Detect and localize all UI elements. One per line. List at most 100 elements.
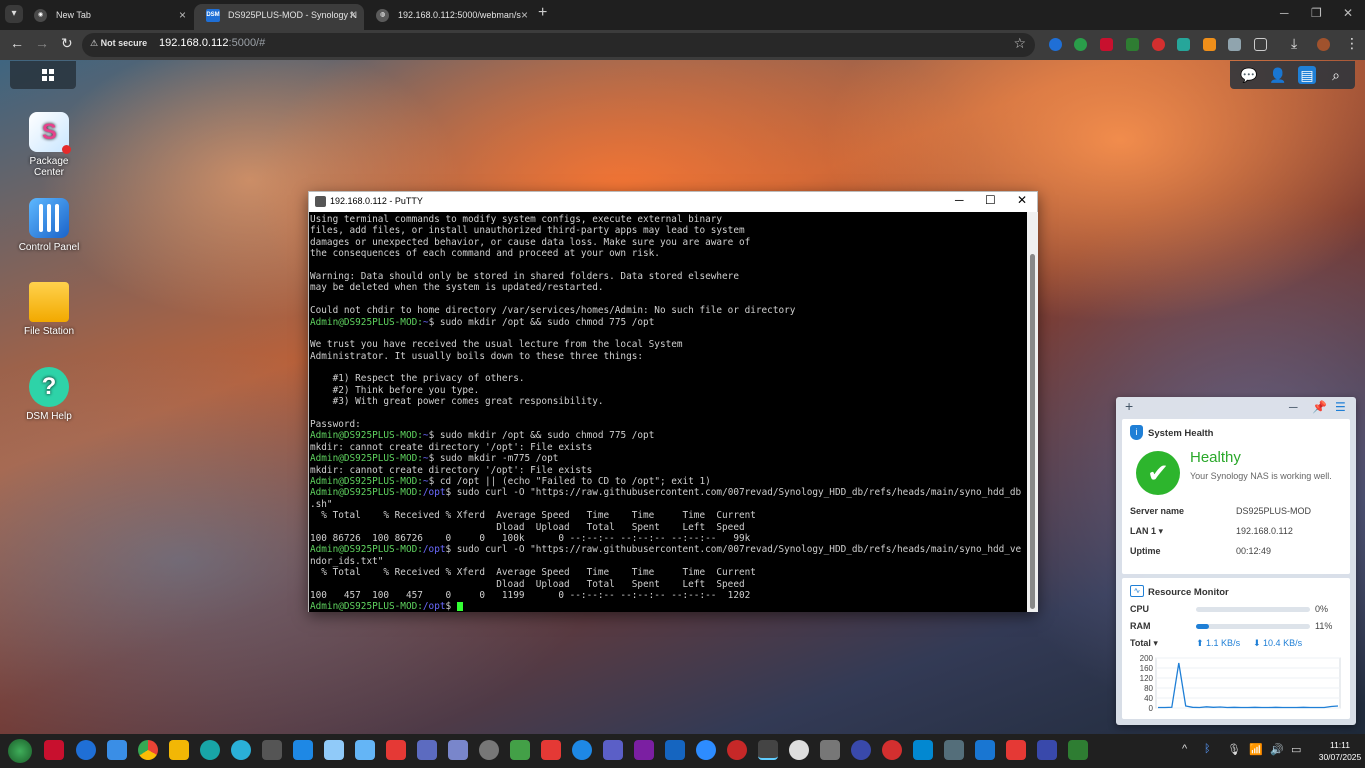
microphone-icon[interactable]: 🎙: [1227, 743, 1241, 756]
extension-icon[interactable]: [1074, 38, 1087, 51]
downloads-icon[interactable]: ⤓: [1291, 35, 1297, 52]
scrollbar-thumb[interactable]: [1030, 254, 1035, 609]
network-total-dropdown[interactable]: Total ▾: [1130, 638, 1158, 649]
taskbar-app-icon[interactable]: [727, 740, 747, 760]
package-center-shortcut[interactable]: S Package Center: [14, 112, 84, 178]
taskbar-app-icon[interactable]: [541, 740, 561, 760]
search-icon[interactable]: ⌕: [1327, 66, 1345, 84]
start-orb-icon[interactable]: [8, 739, 32, 763]
taskbar-app-icon[interactable]: [1068, 740, 1088, 760]
pin-icon[interactable]: 📌: [1312, 400, 1327, 414]
server-name-value: DS925PLUS-MOD: [1236, 506, 1312, 516]
clock-date: 30/07/2025: [1318, 752, 1362, 762]
control-panel-shortcut[interactable]: Control Panel: [14, 198, 84, 253]
tab-search-button[interactable]: ▾: [5, 5, 23, 23]
url-text[interactable]: 192.168.0.112:5000/#: [159, 37, 265, 49]
new-tab-button[interactable]: +: [538, 4, 547, 22]
taskbar-app-icon[interactable]: [510, 740, 530, 760]
taskbar-app-icon[interactable]: [1037, 740, 1057, 760]
taskbar-app-icon[interactable]: [324, 740, 344, 760]
close-icon[interactable]: ×: [521, 4, 528, 26]
tab-synology-dsm[interactable]: DSM DS925PLUS-MOD - Synology N ×: [194, 4, 364, 30]
battery-icon[interactable]: ▭: [1291, 743, 1301, 756]
minimize-icon[interactable]: ─: [1280, 6, 1289, 20]
show-hidden-icons-icon[interactable]: ^: [1182, 743, 1187, 755]
close-icon[interactable]: ✕: [1017, 193, 1027, 207]
taskbar-app-icon[interactable]: [479, 740, 499, 760]
tab-webman[interactable]: ◍ 192.168.0.112:5000/webman/s ×: [364, 4, 536, 30]
putty-title-bar[interactable]: 192.168.0.112 - PuTTY ─ ☐ ✕: [309, 192, 1037, 212]
taskbar-app-icon[interactable]: [665, 740, 685, 760]
download-extension-icon[interactable]: [1126, 38, 1139, 51]
zoom-icon[interactable]: [696, 740, 716, 760]
calculator-icon[interactable]: [944, 740, 964, 760]
chrome-icon[interactable]: [138, 740, 158, 760]
taskbar-app-icon[interactable]: [572, 740, 592, 760]
notifications-icon[interactable]: 💬: [1240, 66, 1258, 84]
maximize-icon[interactable]: ☐: [985, 193, 996, 207]
wifi-icon[interactable]: 📶: [1249, 743, 1263, 756]
taskbar-app-icon[interactable]: [355, 740, 375, 760]
taskbar-app-icon[interactable]: [231, 740, 251, 760]
terminal-output[interactable]: Using terminal commands to modify system…: [309, 212, 1027, 612]
file-explorer-icon[interactable]: [169, 740, 189, 760]
close-icon[interactable]: ×: [179, 4, 186, 26]
taskbar-app-icon[interactable]: [44, 740, 64, 760]
widgets-icon[interactable]: ▤: [1298, 66, 1316, 84]
file-station-shortcut[interactable]: File Station: [14, 282, 84, 337]
widget-settings-icon[interactable]: ☰: [1335, 400, 1346, 414]
tab-title: DS925PLUS-MOD - Synology N: [228, 10, 358, 20]
putty-window[interactable]: 192.168.0.112 - PuTTY ─ ☐ ✕ Using termin…: [308, 191, 1038, 612]
taskbar-app-icon[interactable]: [789, 740, 809, 760]
dsm-help-shortcut[interactable]: ? DSM Help: [14, 367, 84, 422]
not-secure-indicator[interactable]: ⚠ Not secure: [90, 38, 147, 49]
extension-icon[interactable]: [1203, 38, 1216, 51]
taskbar-app-icon[interactable]: [1006, 740, 1026, 760]
taskbar-app-icon[interactable]: [200, 740, 220, 760]
minimize-icon[interactable]: ─: [955, 193, 964, 207]
taskbar-app-icon[interactable]: [851, 740, 871, 760]
main-menu-button[interactable]: [10, 61, 76, 89]
forward-button[interactable]: →: [35, 35, 49, 51]
taskbar-app-icon[interactable]: [107, 740, 127, 760]
user-icon[interactable]: 👤: [1269, 66, 1287, 84]
volume-icon[interactable]: 🔊: [1270, 743, 1284, 756]
prompt-symbol: $: [445, 601, 457, 612]
menu-icon[interactable]: ⋮: [1345, 35, 1359, 52]
taskbar-app-icon[interactable]: [262, 740, 282, 760]
profile-avatar[interactable]: [1317, 38, 1330, 51]
taskbar-app-icon[interactable]: [76, 740, 96, 760]
close-window-icon[interactable]: ✕: [1343, 6, 1353, 20]
system-clock[interactable]: 11:11 30/07/2025: [1318, 739, 1362, 763]
reload-button[interactable]: ↻: [61, 35, 73, 52]
back-button[interactable]: ←: [10, 35, 24, 51]
taskbar-app-icon[interactable]: [386, 740, 406, 760]
taskbar-app-icon[interactable]: [293, 740, 313, 760]
extensions-puzzle-icon[interactable]: [1254, 38, 1267, 51]
taskbar-app-icon[interactable]: [634, 740, 654, 760]
restore-icon[interactable]: ❐: [1311, 6, 1322, 20]
tab-new-tab[interactable]: ◉ New Tab ×: [22, 4, 194, 30]
taskbar-app-icon[interactable]: [448, 740, 468, 760]
extension-icon[interactable]: [1049, 38, 1062, 51]
taskbar-app-icon[interactable]: [913, 740, 933, 760]
opera-icon[interactable]: [882, 740, 902, 760]
putty-taskbar-icon[interactable]: [758, 740, 778, 760]
minimize-icon[interactable]: ─: [1289, 400, 1298, 414]
extension-icon[interactable]: [1177, 38, 1190, 51]
terminal-line: .sh": [310, 498, 333, 510]
add-widget-icon[interactable]: +: [1125, 398, 1133, 414]
lan-dropdown[interactable]: LAN 1 ▾: [1130, 526, 1163, 537]
close-icon[interactable]: ×: [349, 4, 356, 26]
bluetooth-icon[interactable]: ᛒ: [1204, 743, 1211, 755]
address-bar[interactable]: ⚠ Not secure 192.168.0.112:5000/# ☆: [82, 33, 1035, 57]
terminal-scrollbar[interactable]: [1027, 212, 1038, 612]
bookmark-star-icon[interactable]: ☆: [1013, 35, 1026, 52]
taskbar-app-icon[interactable]: [417, 740, 437, 760]
teams-icon[interactable]: [603, 740, 623, 760]
extension-icon[interactable]: [1228, 38, 1241, 51]
taskbar-app-icon[interactable]: [820, 740, 840, 760]
taskbar-app-icon[interactable]: [975, 740, 995, 760]
extension-icon[interactable]: [1152, 38, 1165, 51]
adblock-icon[interactable]: [1100, 38, 1113, 51]
